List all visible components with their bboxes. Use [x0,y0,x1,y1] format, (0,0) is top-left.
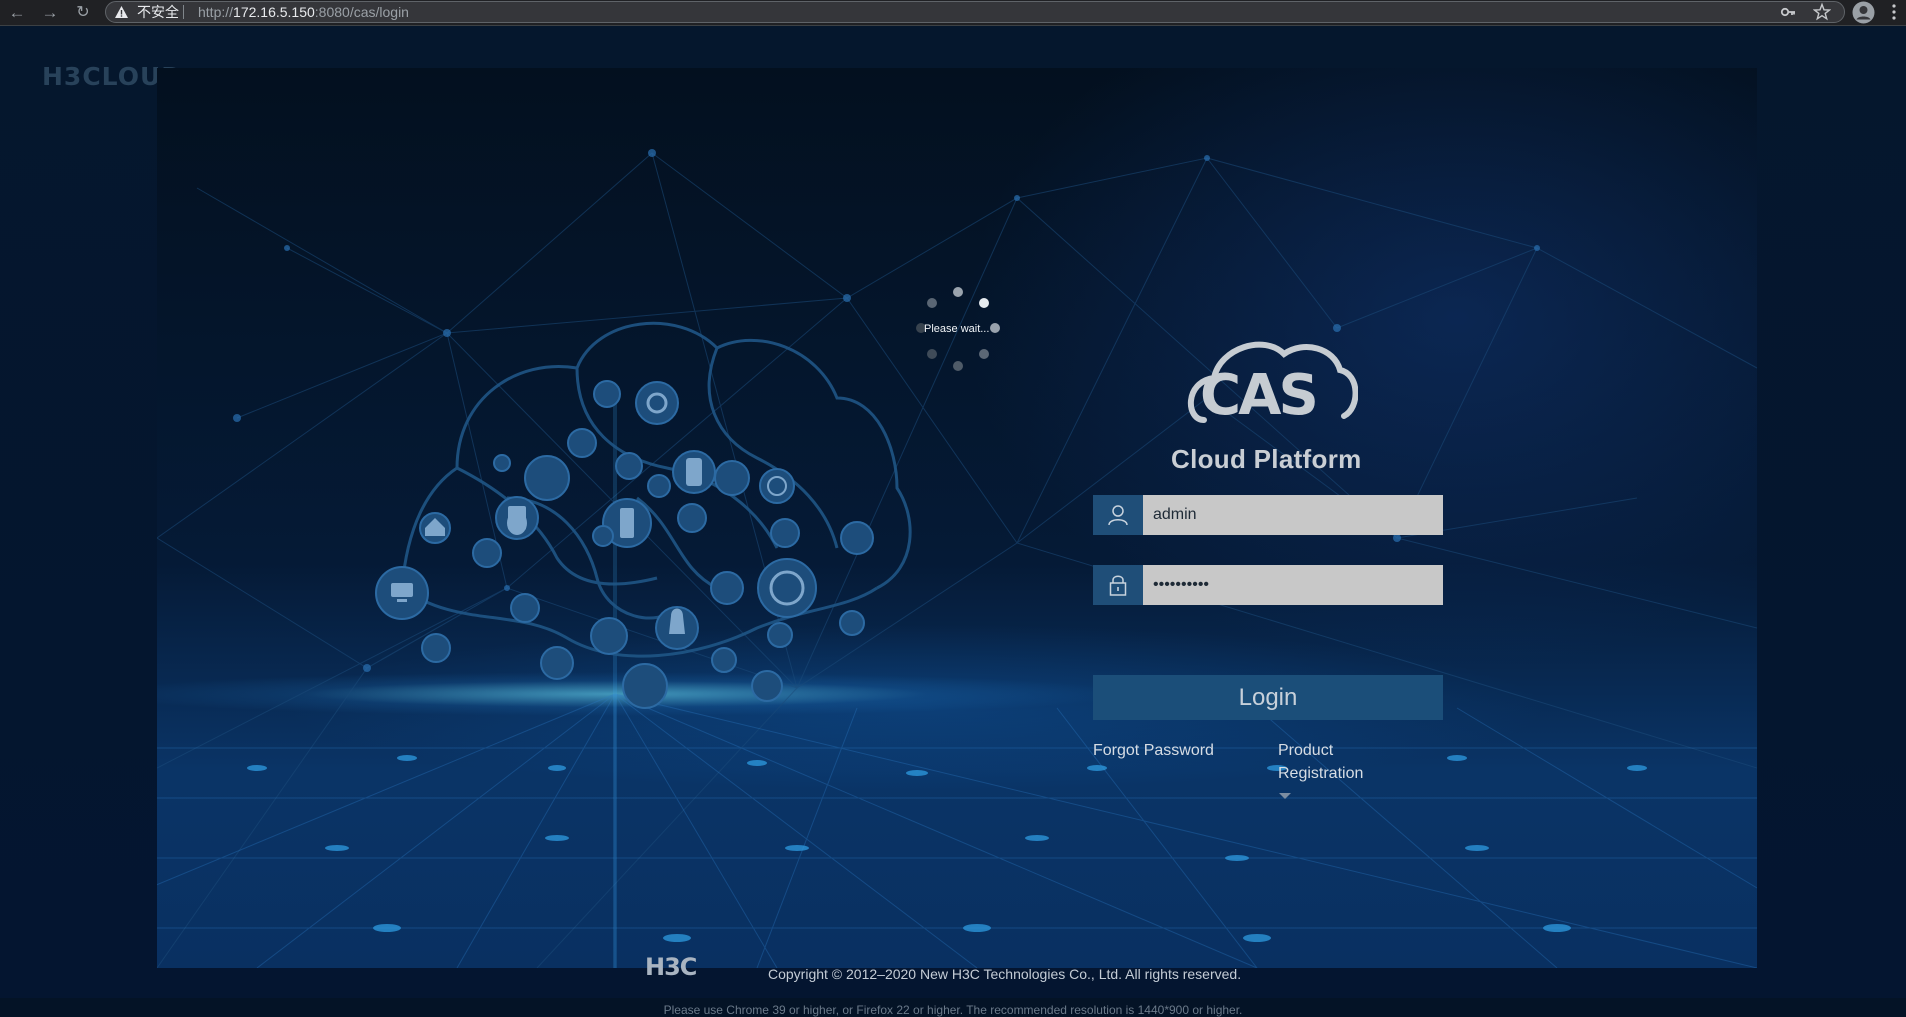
url-host: 172.16.5.150 [233,4,315,20]
address-bar[interactable]: 不安全 http://172.16.5.150:8080/cas/login [105,1,1845,23]
hero-background [157,68,1757,968]
lock-icon [1109,575,1127,596]
password-input[interactable] [1143,565,1443,605]
profile-icon[interactable] [1852,1,1875,24]
product-registration-link[interactable]: Product Registration [1278,739,1388,785]
warning-icon [115,6,128,18]
product-title: Cloud Platform [1171,444,1362,474]
back-icon[interactable]: ← [6,2,28,24]
password-field [1093,565,1443,605]
browser-toolbar: ← → ↻ 不安全 http://172.16.5.150:8080/cas/l… [0,0,1906,26]
copyright-text: Copyright © 2012–2020 New H3C Technologi… [768,966,1242,982]
menu-icon[interactable] [1890,3,1898,21]
omnibox-divider [183,5,184,19]
login-page: H3CLOUD Please wait... CAS Cloud Platfor… [0,26,1906,1017]
username-input[interactable] [1143,495,1443,535]
url-path: :8080/cas/login [314,4,409,20]
url-text: http://172.16.5.150:8080/cas/login [198,4,409,20]
username-field [1093,495,1443,535]
reload-icon[interactable]: ↻ [72,2,94,24]
h3c-logo: H3C [645,953,697,981]
cas-logo: CAS [1188,341,1358,428]
user-icon-box [1093,495,1143,535]
forward-icon[interactable]: → [39,2,61,24]
lock-icon-box [1093,565,1143,605]
forgot-password-link[interactable]: Forgot Password [1093,739,1214,762]
star-icon[interactable] [1813,2,1831,22]
insecure-label: 不安全 [137,4,179,20]
user-icon [1108,505,1128,526]
cas-logo-text: CAS [1200,363,1316,428]
network-background-art [157,149,1757,968]
login-button[interactable]: Login [1093,675,1443,720]
key-icon[interactable] [1780,2,1796,22]
loading-text: Please wait... [924,323,990,335]
url-scheme: http:// [198,4,234,20]
browser-requirement-note: Please use Chrome 39 or higher, or Firef… [663,1003,1243,1017]
chevron-down-icon [1279,793,1291,799]
